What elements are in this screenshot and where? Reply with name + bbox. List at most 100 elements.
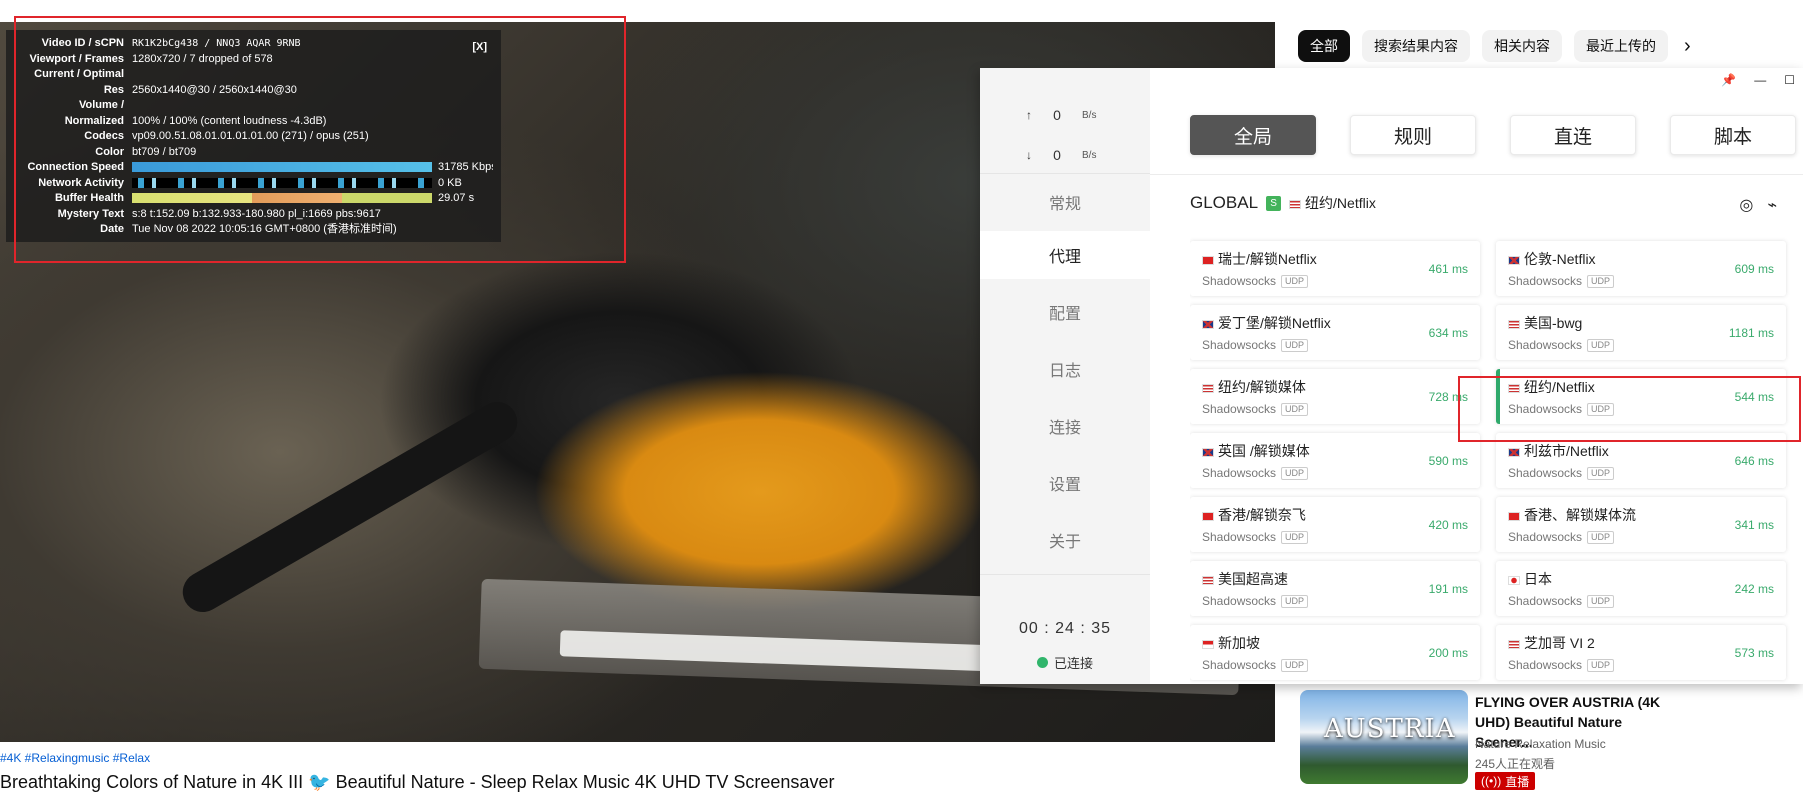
download-speed: ↓ 0 B/s bbox=[980, 135, 1150, 175]
nav-connections[interactable]: 连接 bbox=[980, 402, 1150, 450]
chip-all[interactable]: 全部 bbox=[1298, 30, 1350, 62]
us-flag-icon bbox=[1202, 575, 1214, 585]
nav-proxies[interactable]: 代理 bbox=[980, 231, 1150, 279]
speedtest-icon[interactable]: ⌁ bbox=[1767, 195, 1777, 215]
group-name: GLOBAL bbox=[1190, 193, 1259, 212]
locate-icon[interactable]: ◎ bbox=[1739, 195, 1753, 215]
proxy-type: Shadowsocks UDP bbox=[1508, 594, 1774, 608]
nav-settings[interactable]: 设置 bbox=[980, 459, 1150, 507]
status-label: 已连接 bbox=[1053, 656, 1093, 671]
udp-badge: UDP bbox=[1281, 658, 1309, 672]
download-arrow-icon: ↓ bbox=[1026, 148, 1032, 162]
pin-icon[interactable]: 📌 bbox=[1721, 73, 1736, 87]
mode-direct[interactable]: 直连 bbox=[1510, 115, 1636, 155]
annotation-box-selected-proxy bbox=[1458, 376, 1801, 442]
udp-badge: UDP bbox=[1587, 658, 1615, 672]
proxy-type: Shadowsocks UDP bbox=[1202, 658, 1468, 672]
chevron-right-icon[interactable]: › bbox=[1684, 35, 1691, 58]
video-hashtags[interactable]: #4K #Relaxingmusic #Relax bbox=[0, 751, 150, 765]
proxy-card[interactable]: 香港/解锁奈飞 Shadowsocks UDP 420 ms bbox=[1190, 497, 1480, 552]
proxy-type: Shadowsocks UDP bbox=[1202, 274, 1468, 288]
udp-badge: UDP bbox=[1587, 530, 1615, 544]
proxy-card[interactable]: 美国超高速 Shadowsocks UDP 191 ms bbox=[1190, 561, 1480, 616]
proxy-delay[interactable]: 341 ms bbox=[1735, 518, 1774, 532]
minimize-icon[interactable]: — bbox=[1754, 73, 1766, 87]
header-divider bbox=[1150, 174, 1803, 175]
udp-badge: UDP bbox=[1281, 274, 1309, 288]
jp-flag-icon bbox=[1508, 575, 1520, 585]
gb-flag-icon bbox=[1508, 255, 1520, 265]
nav-about[interactable]: 关于 bbox=[980, 516, 1150, 564]
proxy-delay[interactable]: 242 ms bbox=[1735, 582, 1774, 596]
hk-flag-icon bbox=[1202, 511, 1214, 521]
udp-badge: UDP bbox=[1587, 274, 1615, 288]
proxy-card[interactable]: 爱丁堡/解锁Netflix Shadowsocks UDP 634 ms bbox=[1190, 305, 1480, 360]
chip-search-results[interactable]: 搜索结果内容 bbox=[1362, 30, 1470, 62]
us-flag-icon bbox=[1508, 319, 1520, 329]
live-badge: ((•)) 直播 bbox=[1475, 772, 1536, 790]
udp-badge: UDP bbox=[1281, 530, 1309, 544]
clash-sidebar: ↑ 0 B/s ↓ 0 B/s 常规 代理 配置 日志 连接 设置 关于 00 … bbox=[980, 68, 1150, 684]
annotation-box-stats bbox=[14, 16, 626, 263]
proxy-list: 瑞士/解锁Netflix Shadowsocks UDP 461 ms 伦敦-Netfl… bbox=[1190, 228, 1793, 684]
proxy-card[interactable]: 伦敦-Netflix Shadowsocks UDP 609 ms bbox=[1496, 241, 1786, 296]
udp-badge: UDP bbox=[1587, 338, 1615, 352]
proxy-card[interactable]: 日本 Shadowsocks UDP 242 ms bbox=[1496, 561, 1786, 616]
proxy-card[interactable]: 新加坡 Shadowsocks UDP 200 ms bbox=[1190, 625, 1480, 680]
proxy-card[interactable]: 香港、解锁媒体流 Shadowsocks UDP 341 ms bbox=[1496, 497, 1786, 552]
proxy-delay[interactable]: 461 ms bbox=[1429, 262, 1468, 276]
nav-profiles[interactable]: 配置 bbox=[980, 288, 1150, 336]
mode-selector: 全局 规则 直连 脚本 bbox=[1190, 115, 1796, 155]
upload-unit: B/s bbox=[1082, 109, 1097, 121]
live-icon: ((•)) bbox=[1481, 774, 1502, 788]
thumbnail-text: AUSTRIA bbox=[1324, 714, 1456, 744]
chip-related[interactable]: 相关内容 bbox=[1482, 30, 1562, 62]
filter-chip-row: 全部 搜索结果内容 相关内容 最近上传的 › bbox=[1298, 30, 1691, 62]
gb-flag-icon bbox=[1202, 447, 1214, 457]
proxy-card[interactable]: 英国 /解锁媒体 Shadowsocks UDP 590 ms bbox=[1190, 433, 1480, 488]
mode-rule[interactable]: 规则 bbox=[1350, 115, 1476, 155]
proxy-type: Shadowsocks UDP bbox=[1202, 402, 1468, 416]
recommend-views: 245人正在观看 bbox=[1475, 757, 1556, 771]
uptime-timer: 00 : 24 : 35 bbox=[1018, 620, 1112, 637]
nav-logs[interactable]: 日志 bbox=[980, 345, 1150, 393]
connection-status: 已连接 bbox=[980, 653, 1150, 672]
download-unit: B/s bbox=[1082, 149, 1097, 161]
proxy-type: Shadowsocks UDP bbox=[1508, 658, 1774, 672]
proxy-card[interactable]: 芝加哥 VI 2 Shadowsocks UDP 573 ms bbox=[1496, 625, 1786, 680]
us-flag-icon bbox=[1508, 639, 1520, 649]
chip-recent[interactable]: 最近上传的 bbox=[1574, 30, 1668, 62]
proxy-type: Shadowsocks UDP bbox=[1508, 274, 1774, 288]
us-flag-icon bbox=[1202, 383, 1214, 393]
maximize-icon[interactable]: ☐ bbox=[1784, 73, 1795, 87]
sg-flag-icon bbox=[1202, 639, 1214, 649]
proxy-delay[interactable]: 200 ms bbox=[1429, 646, 1468, 660]
proxy-group-header[interactable]: GLOBAL S 纽约/Netflix bbox=[1190, 193, 1376, 213]
mode-global[interactable]: 全局 bbox=[1190, 115, 1316, 155]
proxy-delay[interactable]: 634 ms bbox=[1429, 326, 1468, 340]
proxy-delay[interactable]: 590 ms bbox=[1429, 454, 1468, 468]
recommend-thumbnail[interactable]: AUSTRIA bbox=[1300, 690, 1468, 784]
proxy-type: Shadowsocks UDP bbox=[1202, 466, 1468, 480]
proxy-delay[interactable]: 573 ms bbox=[1735, 646, 1774, 660]
proxy-delay[interactable]: 191 ms bbox=[1429, 582, 1468, 596]
proxy-type: Shadowsocks UDP bbox=[1508, 338, 1774, 352]
recommend-channel[interactable]: Nature Relaxation Music bbox=[1475, 737, 1606, 751]
proxy-delay[interactable]: 420 ms bbox=[1429, 518, 1468, 532]
proxy-card[interactable]: 美国-bwg Shadowsocks UDP 1181 ms bbox=[1496, 305, 1786, 360]
gb-flag-icon bbox=[1202, 319, 1214, 329]
upload-value: 0 bbox=[1053, 107, 1061, 123]
proxy-delay[interactable]: 1181 ms bbox=[1729, 326, 1774, 340]
proxy-delay[interactable]: 646 ms bbox=[1735, 454, 1774, 468]
udp-badge: UDP bbox=[1281, 594, 1309, 608]
proxy-type: Shadowsocks UDP bbox=[1508, 466, 1774, 480]
nav-general[interactable]: 常规 bbox=[980, 178, 1150, 226]
video-title: Breathtaking Colors of Nature in 4K III … bbox=[0, 772, 835, 792]
proxy-delay[interactable]: 609 ms bbox=[1735, 262, 1774, 276]
proxy-card[interactable]: 瑞士/解锁Netflix Shadowsocks UDP 461 ms bbox=[1190, 241, 1480, 296]
mode-script[interactable]: 脚本 bbox=[1670, 115, 1796, 155]
group-selected-proxy: 纽约/Netflix bbox=[1289, 193, 1376, 213]
ch-flag-icon bbox=[1202, 255, 1214, 265]
proxy-card[interactable]: 纽约/解锁媒体 Shadowsocks UDP 728 ms bbox=[1190, 369, 1480, 424]
proxy-type: Shadowsocks UDP bbox=[1202, 594, 1468, 608]
